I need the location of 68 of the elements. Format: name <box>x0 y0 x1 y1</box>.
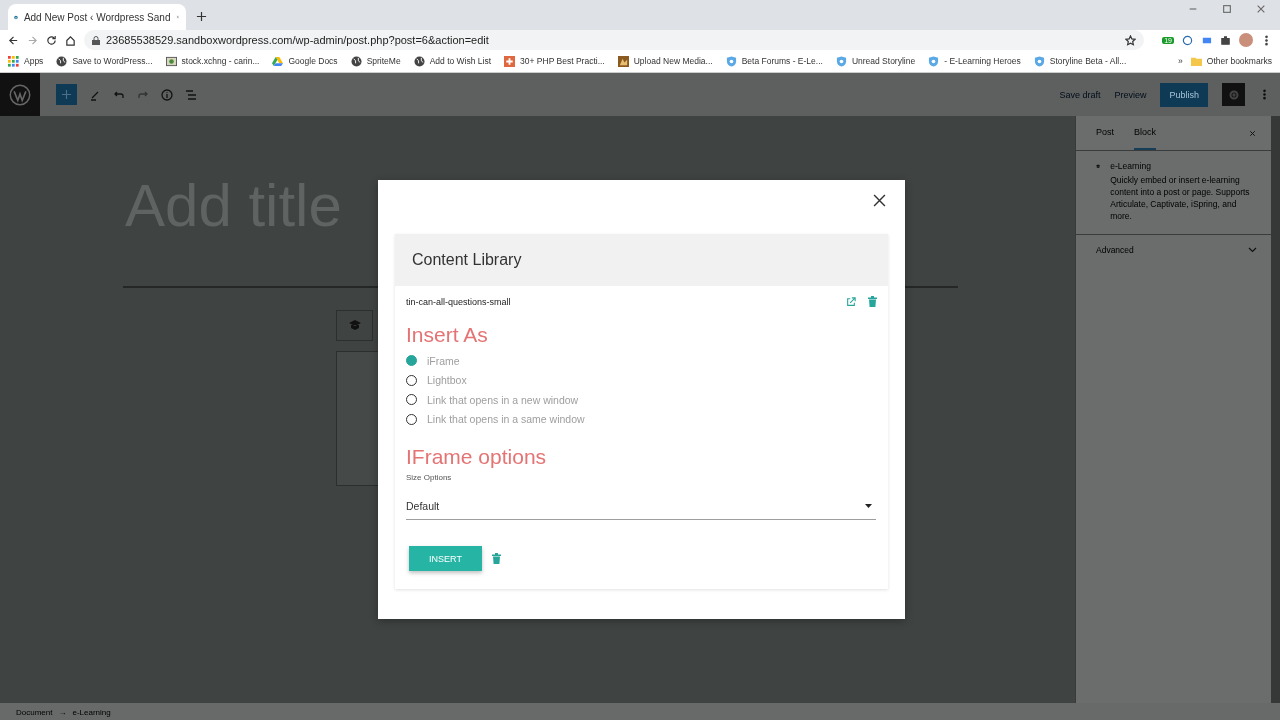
block-description: Quickly embed or insert e-learning content into a post or page. Supports Articulate, Captivate, iSpring, and more. <box>1110 174 1251 222</box>
bookmark[interactable]: Storyline Beta - All... <box>1033 55 1127 67</box>
folder-icon <box>1190 55 1202 67</box>
external-link-icon[interactable] <box>846 296 856 307</box>
bookmark[interactable]: Google Docs <box>272 55 338 67</box>
wordpress-logo[interactable] <box>0 73 40 116</box>
block-type-button[interactable] <box>336 310 373 341</box>
plus-icon <box>504 55 516 67</box>
forward-arrow-icon[interactable] <box>27 34 38 46</box>
bookmark-folder[interactable]: Other bookmarks <box>1190 55 1272 67</box>
globe-icon <box>56 55 68 67</box>
drive-icon <box>272 55 284 67</box>
panel-toggle[interactable]: Advanced <box>1076 235 1271 265</box>
scrollbar[interactable] <box>1271 116 1280 703</box>
browser-tab[interactable]: Add New Post ‹ Wordpress Sand <box>8 4 186 30</box>
field-label: Size Options <box>406 473 453 482</box>
breadcrumb-item[interactable]: Document <box>16 707 53 717</box>
address-bar[interactable]: 23685538529.sandboxwordpress.com/wp-admin/post.php?post=6&action=edit <box>84 30 1145 50</box>
avatar-icon[interactable] <box>1239 33 1253 47</box>
bookmark[interactable]: SpriteMe <box>350 55 401 67</box>
section-heading: IFrame options <box>406 445 548 469</box>
trash-icon[interactable] <box>492 553 501 564</box>
graduation-cap-icon <box>348 320 361 331</box>
publish-button[interactable]: Publish <box>1160 82 1208 107</box>
reload-icon[interactable] <box>46 34 57 46</box>
breadcrumb-separator: → <box>58 707 67 717</box>
settings-button[interactable] <box>1222 83 1245 106</box>
block-name: e-Learning <box>1110 161 1152 171</box>
bookmark[interactable]: Upload New Media... <box>617 55 713 67</box>
sidebar-tab[interactable]: Block <box>1134 116 1157 150</box>
globe-icon <box>350 55 362 67</box>
apps-grid-icon <box>8 55 19 67</box>
bookmark[interactable]: Save to WordPress... <box>56 55 153 67</box>
chevron-icon <box>1248 247 1257 253</box>
bookmark[interactable]: - E-Learning Heroes <box>928 55 1021 67</box>
shield-icon <box>1033 55 1045 67</box>
sidebar-tab[interactable]: Post <box>1096 116 1114 150</box>
star-icon[interactable] <box>1125 34 1137 46</box>
shield-icon <box>835 55 847 67</box>
content-item-name: tin-can-all-questions-small <box>406 296 512 307</box>
bookmark[interactable]: stock.xchng - carin... <box>165 55 260 67</box>
lock-icon <box>92 35 100 45</box>
maximize-icon[interactable] <box>1222 4 1232 14</box>
globe-icon <box>413 55 425 67</box>
trash-icon[interactable] <box>868 296 877 307</box>
bookmark[interactable]: Beta Forums - E-Le... <box>725 55 823 67</box>
list-outline-icon[interactable] <box>185 88 197 101</box>
settings-icon[interactable] <box>1227 88 1240 101</box>
bookmark[interactable]: 30+ PHP Best Practi... <box>504 55 605 67</box>
bookmark[interactable]: Unread Storyline <box>835 55 916 67</box>
bookmark[interactable]: Add to Wish List <box>413 55 492 67</box>
more-bookmarks-button[interactable]: » <box>1178 56 1183 66</box>
extension-circle-icon[interactable] <box>1182 34 1193 46</box>
shield-icon <box>725 55 737 67</box>
back-arrow-icon[interactable] <box>8 34 19 46</box>
add-block-button[interactable] <box>56 84 77 105</box>
breadcrumb-item[interactable]: e-Learning <box>72 707 111 717</box>
bookmark[interactable]: Apps <box>8 55 44 67</box>
photo-icon <box>617 55 629 67</box>
home-icon[interactable] <box>65 34 76 46</box>
card-header: Content Library <box>395 234 888 286</box>
shield-icon <box>928 55 940 67</box>
info-icon[interactable] <box>161 88 173 101</box>
size-select[interactable]: Default <box>406 492 876 520</box>
image-icon <box>165 55 177 67</box>
caret-icon <box>865 503 872 508</box>
plus-icon[interactable] <box>196 10 207 22</box>
section-heading: Insert As <box>406 323 489 347</box>
